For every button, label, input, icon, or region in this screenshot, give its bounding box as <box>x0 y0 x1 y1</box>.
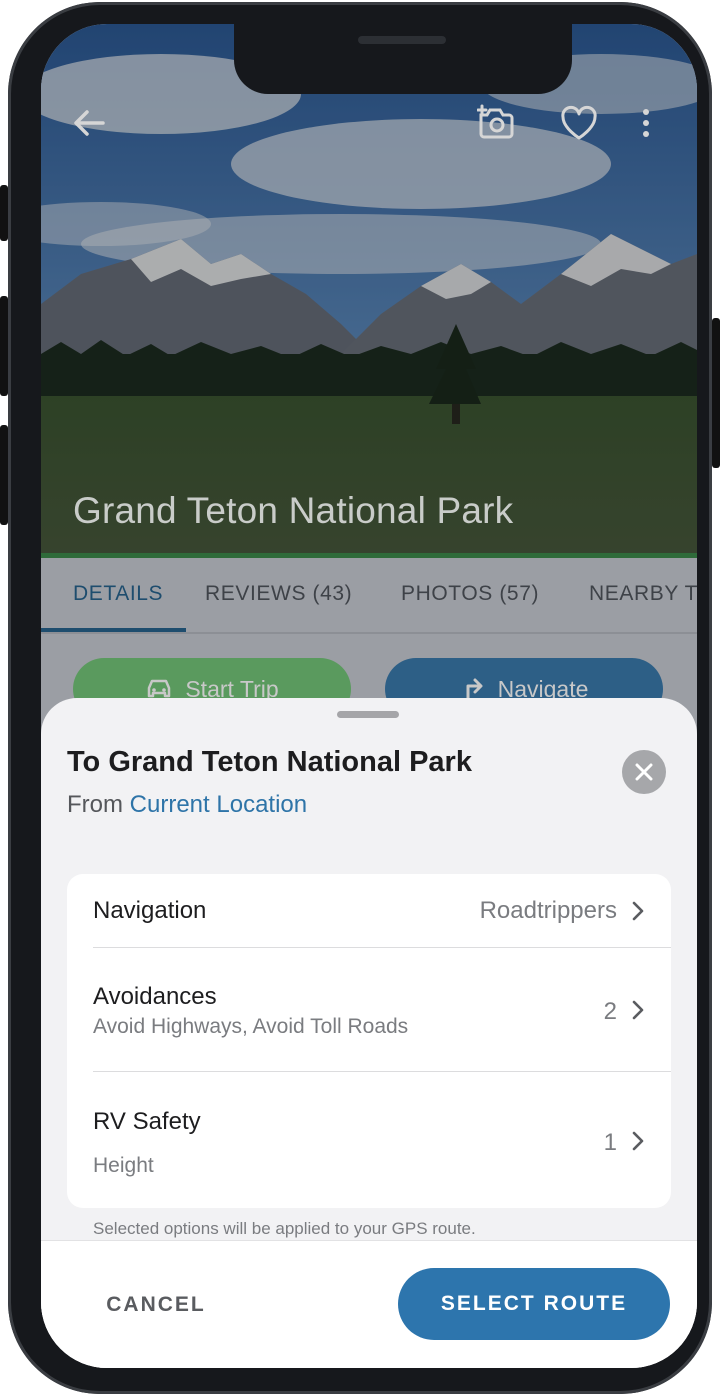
row-label: Navigation <box>93 897 207 924</box>
cancel-button[interactable]: CANCEL <box>81 1269 231 1341</box>
route-options-sheet: To Grand Teton National Park From Curren… <box>41 698 697 1368</box>
tab-nearby[interactable]: NEARBY T <box>589 582 697 606</box>
volume-up-button <box>0 296 8 396</box>
car-icon <box>148 679 171 698</box>
row-value: Roadtrippers <box>479 897 617 924</box>
sheet-title: To Grand Teton National Park <box>67 746 472 778</box>
park-title: Grand Teton National Park <box>73 490 514 531</box>
options-card: Navigation Roadtrippers Avoidances Avoid… <box>67 874 671 1208</box>
speaker <box>358 36 446 44</box>
add-photo-icon[interactable] <box>476 101 520 145</box>
option-row-navigation[interactable]: Navigation Roadtrippers <box>67 874 671 947</box>
current-location-link[interactable]: Current Location <box>130 791 307 818</box>
tab-photos[interactable]: PHOTOS (57) <box>401 582 539 606</box>
active-tab-indicator <box>41 628 186 632</box>
drag-handle[interactable] <box>337 711 399 718</box>
option-row-rv-safety[interactable]: RV Safety Height 1 <box>67 1072 671 1208</box>
chevron-right-icon <box>632 1000 644 1020</box>
select-route-button[interactable]: SELECT ROUTE <box>398 1268 670 1340</box>
row-value: 1 <box>603 1129 617 1156</box>
route-footnote: Selected options will be applied to your… <box>93 1219 476 1238</box>
phone-frame: Grand Teton National Park DETAILS REVIEW… <box>8 2 712 1394</box>
power-button <box>712 318 720 468</box>
option-row-avoidances[interactable]: Avoidances Avoid Highways, Avoid Toll Ro… <box>67 948 671 1071</box>
notch <box>234 24 572 94</box>
close-button[interactable] <box>622 750 666 794</box>
row-subtitle: Height <box>93 1154 154 1177</box>
chevron-right-icon <box>632 901 644 921</box>
back-arrow-icon[interactable] <box>67 101 111 145</box>
silent-switch <box>0 185 8 241</box>
row-subtitle: Avoid Highways, Avoid Toll Roads <box>93 1015 409 1038</box>
heart-icon[interactable] <box>557 101 601 145</box>
close-icon <box>635 763 653 781</box>
screen: Grand Teton National Park DETAILS REVIEW… <box>41 24 697 1368</box>
more-vertical-icon[interactable] <box>624 101 668 145</box>
row-value: 2 <box>603 998 617 1025</box>
row-label: RV Safety <box>93 1108 201 1135</box>
from-prefix: From <box>67 791 130 818</box>
hero-image: Grand Teton National Park <box>41 24 697 557</box>
tab-details[interactable]: DETAILS <box>73 582 163 606</box>
chevron-right-icon <box>632 1131 644 1151</box>
action-bar: CANCEL SELECT ROUTE <box>41 1240 697 1368</box>
tab-reviews[interactable]: REVIEWS (43) <box>205 582 352 606</box>
volume-down-button <box>0 425 8 525</box>
tab-bar: DETAILS REVIEWS (43) PHOTOS (57) NEARBY … <box>41 558 697 634</box>
from-line: From Current Location <box>67 791 307 819</box>
row-label: Avoidances <box>93 983 217 1010</box>
